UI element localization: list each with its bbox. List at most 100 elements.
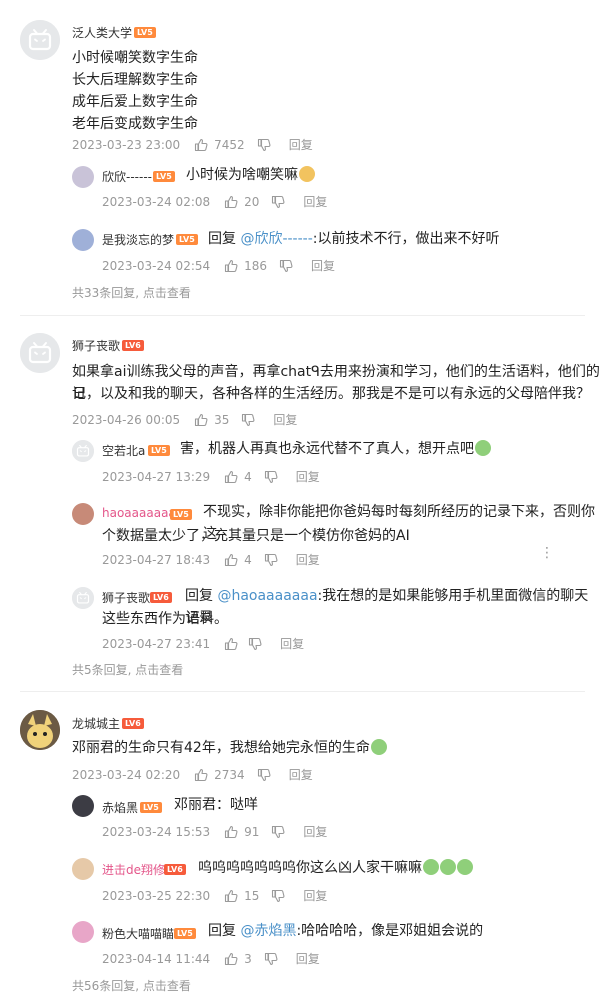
reply-meta: 2023-03-24 15:53 91 回复 (102, 823, 327, 840)
like-count: 2734 (214, 767, 245, 782)
thumb-up-icon[interactable] (194, 768, 208, 782)
thumb-up-icon[interactable] (224, 470, 238, 484)
comment-text-line: 老年后变成数字生命 (72, 116, 198, 132)
mention-link[interactable]: @欣欣------ (240, 231, 312, 247)
level-badge: LV5 (170, 509, 192, 520)
thumb-up-icon[interactable] (224, 889, 238, 903)
avatar[interactable] (72, 858, 94, 880)
comment-meta: 2023-03-23 23:00 7452 回复 (72, 136, 313, 153)
thumb-down-icon[interactable] (271, 889, 285, 903)
timestamp: 2023-03-24 02:54 (102, 258, 211, 273)
reply-text: 回复 @欣欣------:以前技术不行，做出来不好听 (208, 231, 500, 247)
timestamp: 2023-04-14 11:44 (102, 951, 211, 966)
thumb-up-icon[interactable] (224, 195, 238, 209)
more-vertical-icon[interactable]: ⋮ (540, 545, 554, 561)
thumb-down-icon[interactable] (279, 259, 293, 273)
thumb-down-icon[interactable] (248, 637, 262, 651)
reply-text: 害，机器人再真也永远代替不了真人，想开点吧 (180, 438, 491, 460)
reply-button[interactable]: 回复 (311, 257, 335, 274)
avatar[interactable] (72, 440, 94, 462)
avatar[interactable] (72, 587, 94, 609)
mention-link[interactable]: @赤焰黑 (240, 923, 296, 939)
reply-meta: 2023-04-27 18:43 4 回复 (102, 551, 320, 568)
thumb-up-icon[interactable] (224, 553, 238, 567)
timestamp: 2023-04-27 23:41 (102, 636, 211, 651)
username[interactable]: 龙城城主 (72, 715, 120, 732)
comment-text-line: 小时候嘲笑数字生命 (72, 50, 198, 66)
level-badge: LV5 (148, 445, 170, 456)
timestamp: 2023-04-27 13:29 (102, 469, 211, 484)
like-count: 91 (244, 824, 260, 839)
reply-button[interactable]: 回复 (289, 766, 313, 783)
view-more-replies[interactable]: 共33条回复, 点击查看 (72, 284, 191, 301)
smile-emoji-icon (423, 859, 439, 875)
username[interactable]: 粉色大喵喵瞄 (102, 925, 174, 942)
thumb-down-icon[interactable] (241, 413, 255, 427)
reply-button[interactable]: 回复 (296, 950, 320, 967)
username[interactable]: 狮子丧歌 (72, 337, 120, 354)
level-badge: LV5 (153, 171, 175, 182)
reply-button[interactable]: 回复 (296, 468, 320, 485)
comment-text-line: 记，以及和我的聊天，各种各样的生活经历。那我是不是可以有永远的父母陪伴我？ (72, 386, 590, 402)
reply-meta: 2023-03-24 02:08 20 回复 (102, 193, 327, 210)
level-badge: LV5 (134, 27, 156, 38)
level-badge: LV6 (150, 592, 172, 603)
thumb-up-icon[interactable] (194, 413, 208, 427)
thumb-up-icon[interactable] (224, 637, 238, 651)
like-count: 186 (244, 258, 268, 273)
avatar[interactable] (72, 795, 94, 817)
username[interactable]: haoaaaaaaa (102, 506, 176, 520)
thumb-down-icon[interactable] (271, 195, 285, 209)
username[interactable]: 空若北a (102, 442, 145, 459)
username[interactable]: 欣欣------ (102, 168, 152, 185)
avatar[interactable] (20, 710, 60, 750)
reply-text: 呜呜呜呜呜呜呜你这么凶人家干嘛嘛 (198, 857, 473, 879)
avatar[interactable] (20, 20, 60, 60)
thumb-down-icon[interactable] (257, 768, 271, 782)
reply-button[interactable]: 回复 (296, 551, 320, 568)
tv-face-icon (20, 333, 60, 373)
level-badge: LV6 (122, 718, 144, 729)
thumb-up-icon[interactable] (194, 138, 208, 152)
thumb-down-icon[interactable] (257, 138, 271, 152)
avatar[interactable] (72, 229, 94, 251)
mention-link[interactable]: @haoaaaaaaa (217, 588, 317, 604)
thumb-down-icon[interactable] (264, 553, 278, 567)
username[interactable]: 进击de翔修 (102, 861, 165, 878)
avatar[interactable] (72, 503, 94, 525)
avatar[interactable] (72, 921, 94, 943)
view-more-replies[interactable]: 共56条回复, 点击查看 (72, 977, 191, 994)
reply-button[interactable]: 回复 (303, 193, 327, 210)
thumb-down-icon[interactable] (264, 470, 278, 484)
thumb-down-icon[interactable] (271, 825, 285, 839)
thumb-up-icon[interactable] (224, 952, 238, 966)
reply-button[interactable]: 回复 (303, 823, 327, 840)
avatar[interactable] (20, 333, 60, 373)
reply-meta: 2023-04-14 11:44 3 回复 (102, 950, 320, 967)
smile-emoji-icon (475, 440, 491, 456)
thumb-down-icon[interactable] (264, 952, 278, 966)
reply-button[interactable]: 回复 (273, 411, 297, 428)
username[interactable]: 赤焰黑 (102, 799, 138, 816)
timestamp: 2023-04-27 18:43 (102, 552, 211, 567)
reply-text: 邓丽君：哒咩 (174, 797, 258, 813)
thumb-up-icon[interactable] (224, 259, 238, 273)
reply-meta: 2023-03-25 22:30 15 回复 (102, 887, 327, 904)
view-more-replies[interactable]: 共5条回复, 点击查看 (72, 661, 183, 678)
level-badge: LV5 (140, 802, 162, 813)
tv-face-icon (72, 587, 94, 609)
avatar[interactable] (72, 166, 94, 188)
tv-face-icon (72, 440, 94, 462)
like-count: 3 (244, 951, 252, 966)
username[interactable]: 是我淡忘的梦 (102, 231, 174, 248)
reply-button[interactable]: 回复 (280, 635, 304, 652)
username[interactable]: 狮子丧歌 (102, 589, 150, 606)
dog-emoji-icon (299, 166, 315, 182)
thumb-up-icon[interactable] (224, 825, 238, 839)
reply-button[interactable]: 回复 (303, 887, 327, 904)
username[interactable]: 泛人类大学 (72, 24, 132, 41)
like-count: 20 (244, 194, 260, 209)
comment-text-line: 邓丽君的生命只有42年，我想给她完永恒的生命 (72, 737, 387, 759)
timestamp: 2023-03-23 23:00 (72, 137, 181, 152)
reply-button[interactable]: 回复 (289, 136, 313, 153)
